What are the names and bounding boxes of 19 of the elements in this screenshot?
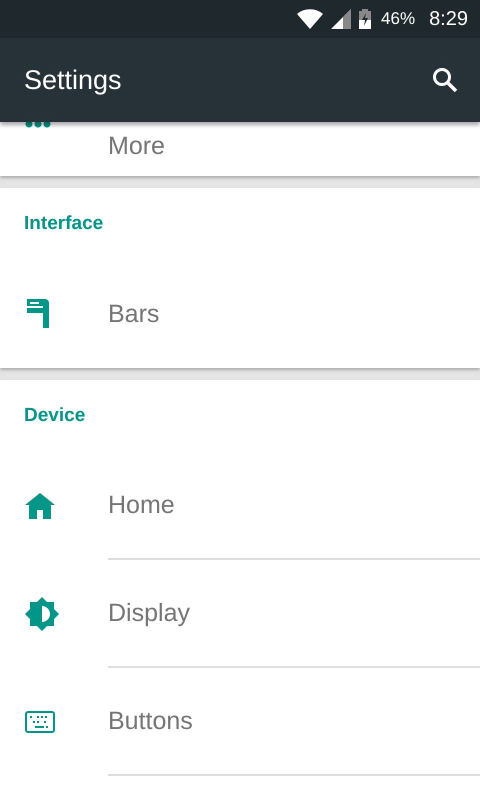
settings-item[interactable]: Home [108, 490, 175, 520]
keyboard-icon [25, 711, 55, 733]
settings-item[interactable]: Display [108, 598, 190, 628]
settings-item[interactable]: Bars [108, 300, 160, 328]
wifi-icon [297, 9, 324, 29]
bars-icon [25, 299, 51, 329]
home-icon [25, 493, 55, 519]
battery-icon [359, 9, 372, 29]
settings-item[interactable]: More [108, 132, 165, 160]
app-title: Settings [24, 64, 122, 96]
battery-percent: 46% [381, 9, 416, 29]
dots-icon [25, 120, 51, 128]
section-header: Device [23, 404, 86, 428]
search-icon[interactable] [432, 67, 458, 93]
signal-icon [331, 9, 352, 29]
section-header: Interface [23, 212, 104, 236]
brightness-icon [25, 597, 59, 631]
settings-item[interactable]: Buttons [108, 706, 193, 736]
clock-time: 8:29 [429, 8, 468, 30]
